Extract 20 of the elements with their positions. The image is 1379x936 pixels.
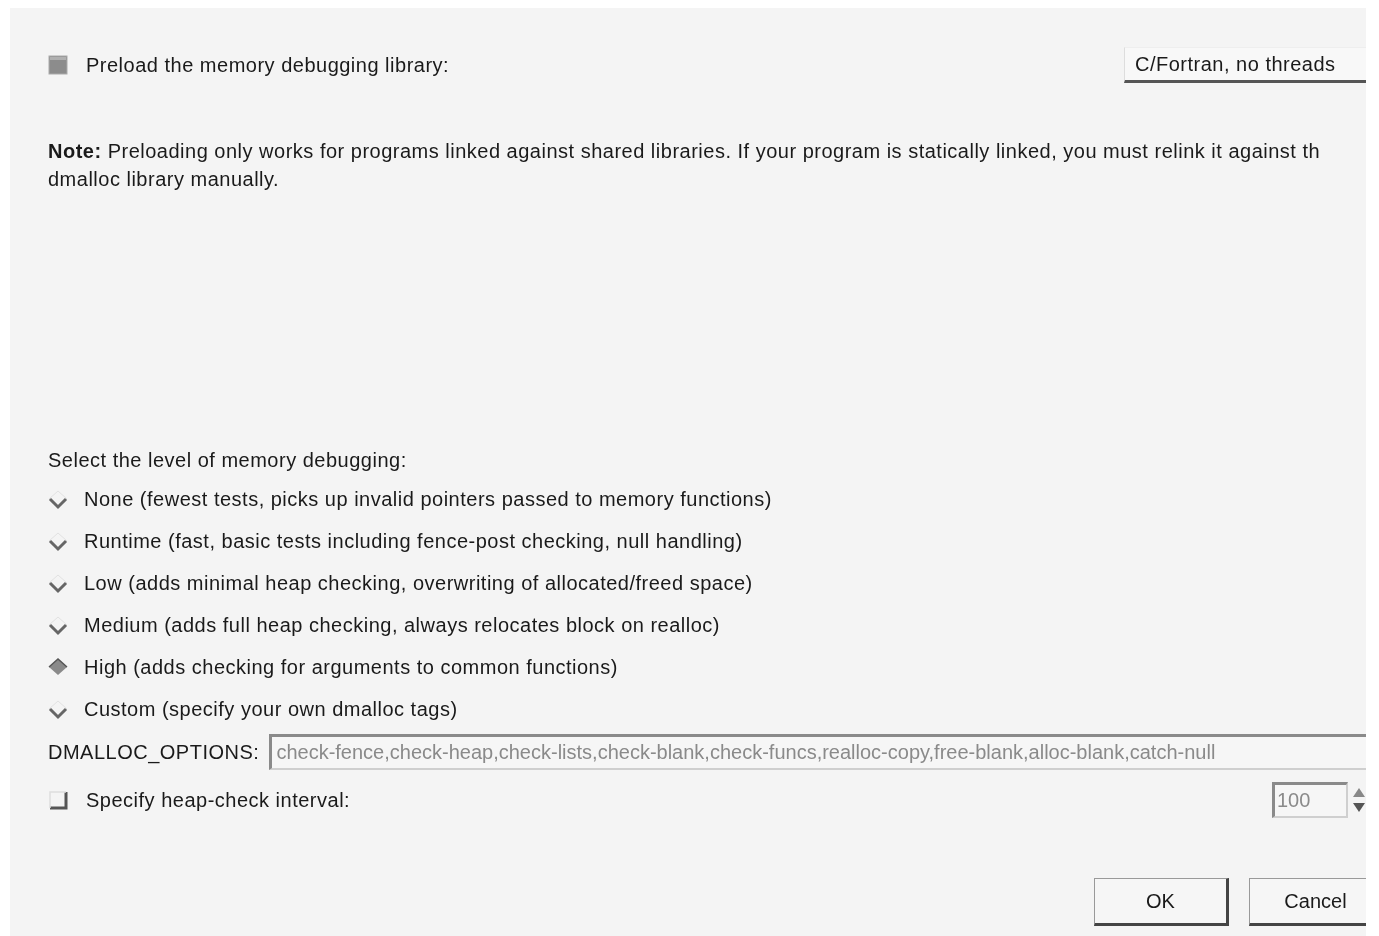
radio-button[interactable] <box>46 488 70 510</box>
radio-label[interactable]: High (adds checking for arguments to common functions) <box>84 655 618 679</box>
radio-button[interactable] <box>46 698 70 720</box>
note-text: Note: Preloading only works for programs linked against shared libraries. If your program is statically linked, you must relink it against th dmalloc library manually. <box>48 139 1322 192</box>
library-dropdown[interactable]: C/Fortran, no threads <box>1124 47 1366 83</box>
radio-label[interactable]: Runtime (fast, basic tests including fence-post checking, null handling) <box>84 529 743 553</box>
radio-label[interactable]: Medium (adds full heap checking, always relocates block on realloc) <box>84 613 721 637</box>
radio-button[interactable] <box>46 656 70 678</box>
radio-button[interactable] <box>46 530 70 552</box>
radio-label[interactable]: Low (adds minimal heap checking, overwriting of allocated/freed space) <box>84 571 753 595</box>
radio-button[interactable] <box>46 614 70 636</box>
checkbox[interactable] <box>48 55 68 75</box>
section-label: Select the level of memory debugging: <box>48 449 408 472</box>
radio-button[interactable] <box>46 572 70 594</box>
dialog-button[interactable]: OK <box>1094 878 1229 926</box>
radio-label[interactable]: None (fewest tests, picks up invalid pointers passed to memory functions) <box>84 487 772 511</box>
field-label: DMALLOC_OPTIONS: <box>48 740 260 764</box>
dialog-button[interactable]: Cancel <box>1249 878 1366 926</box>
checkbox-label[interactable]: Preload the memory debugging library: <box>86 53 450 77</box>
radio-label[interactable]: Custom (specify your own dmalloc tags) <box>84 697 458 721</box>
